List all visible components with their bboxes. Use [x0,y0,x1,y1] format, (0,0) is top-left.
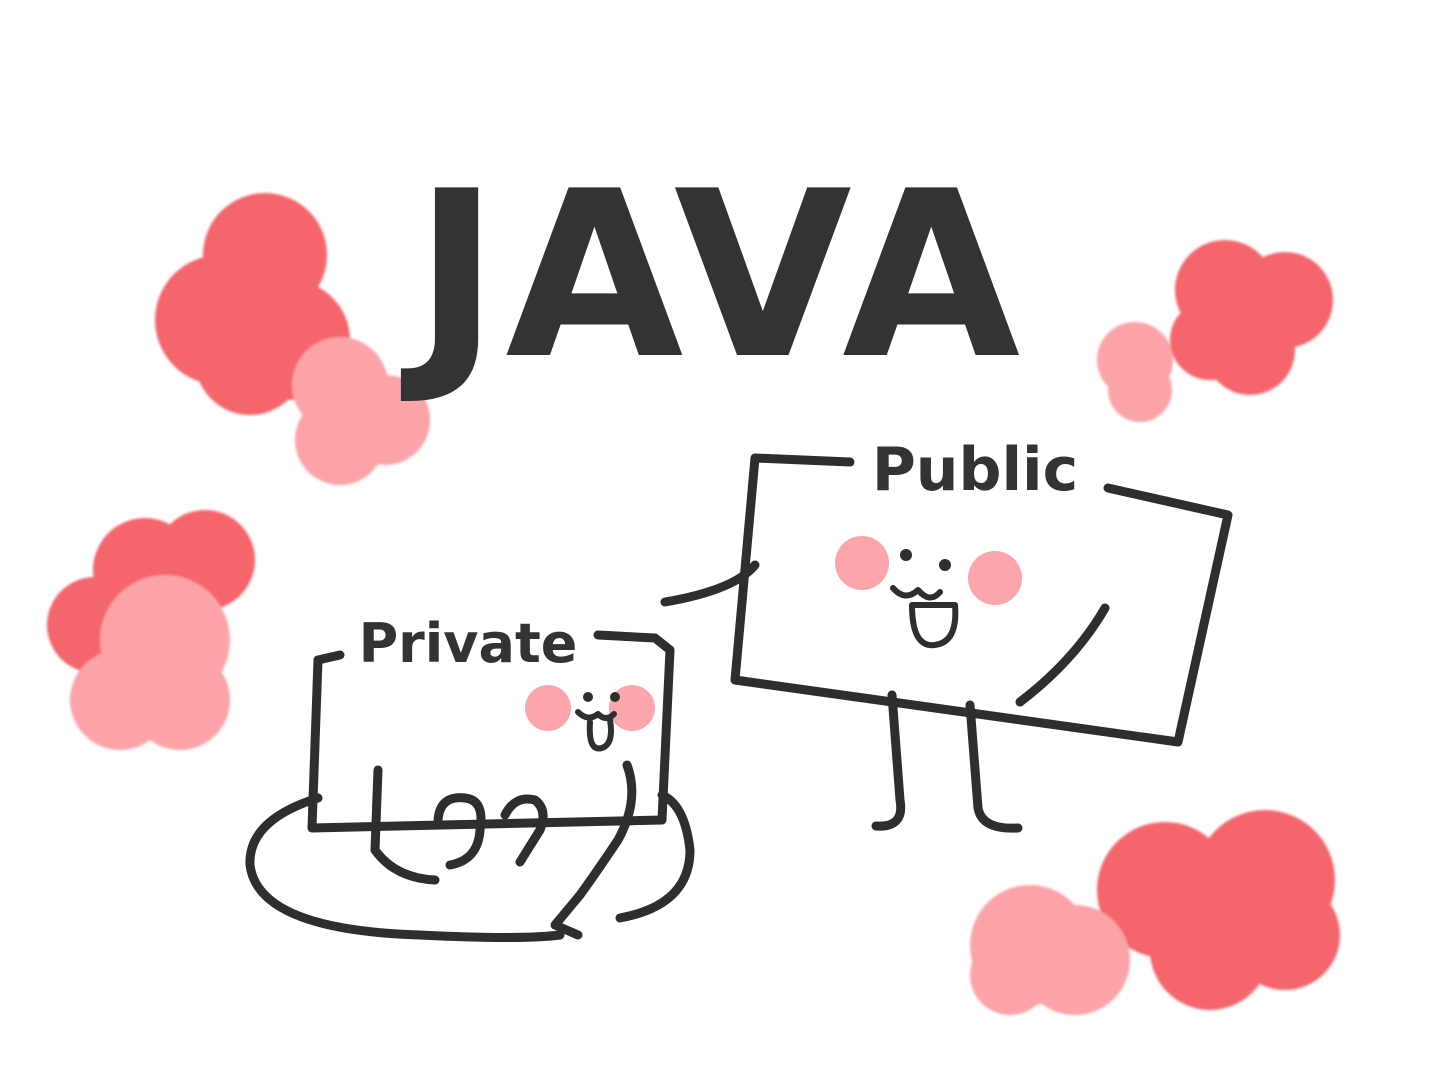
public-character: Public [660,435,1233,833]
private-blush-right [609,685,655,731]
public-arm-right [1015,603,1110,707]
private-hand-middle-2 [500,794,548,867]
public-blush-left [835,536,889,590]
blob-cluster-top-left [155,193,430,485]
private-hand-middle-1 [433,793,486,870]
private-character: Private [245,612,695,942]
public-mouth [890,585,943,601]
public-leg-right [965,700,1023,833]
public-open-mouth [909,602,959,649]
private-eye-right [610,692,620,702]
public-leg-left [871,690,906,831]
public-eye-right [939,559,951,571]
java-access-modifiers-illustration: JAVA Public Private [47,143,1340,1015]
private-label: Private [359,612,578,675]
blob-cluster-top-right [1097,240,1333,422]
private-mouth [575,709,617,721]
blob-cluster-middle-left [47,510,255,750]
blob-cluster-bottom-right [970,810,1340,1015]
page-title: JAVA [401,143,1026,410]
public-label: Public [872,435,1078,505]
private-blush-left [525,685,571,731]
public-eye-left [900,549,912,561]
illustration-canvas: JAVA Public Private [0,0,1440,1080]
private-eye-left [583,692,593,702]
private-hand-right [550,760,637,940]
public-blush-right [968,551,1022,605]
private-open-mouth [586,717,614,752]
